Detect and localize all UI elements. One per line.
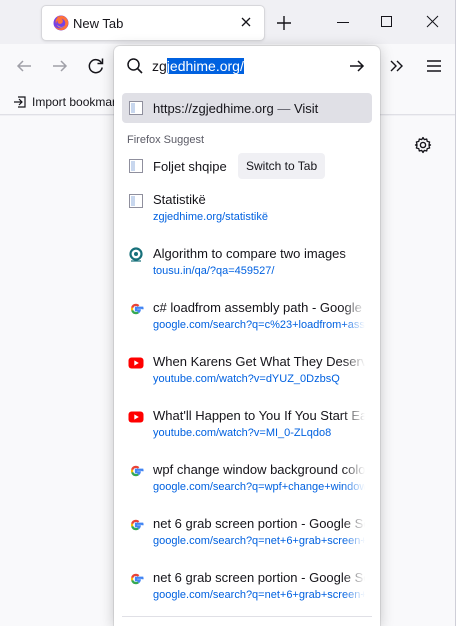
suggestion-url: google.com/search?q=net+6+grab+screen+po… — [153, 589, 365, 601]
suggestion-row[interactable]: wpf change window background color google… — [122, 457, 372, 503]
tab-strip: New Tab — [0, 0, 455, 44]
gear-icon[interactable] — [414, 136, 432, 154]
heuristic-action: Visit — [293, 101, 319, 116]
text-fade — [343, 349, 365, 395]
suggestion-url: youtube.com/watch?v=dYUZ_0DzbsQ — [153, 373, 340, 385]
firefox-icon — [53, 15, 69, 31]
page-icon — [129, 194, 143, 208]
chevron-overflow-icon[interactable] — [386, 55, 408, 77]
reload-icon[interactable] — [85, 55, 107, 77]
google-icon — [130, 573, 144, 585]
browser-window: New Tab Import bookmarks... zgjedhime.or… — [0, 0, 456, 626]
heuristic-separator: — — [277, 101, 291, 116]
suggestion-title: net 6 grab screen portion - Google Searc… — [153, 570, 365, 585]
text-fade — [343, 511, 365, 557]
suggestion-url: google.com/search?q=wpf+change+window+ba… — [153, 481, 365, 493]
back-arrow-icon[interactable] — [13, 55, 35, 77]
suggestion-title: When Karens Get What They Deserve — [153, 354, 365, 369]
text-fade — [343, 187, 365, 233]
suggestion-row[interactable]: c# loadfrom assembly path - Google Searc… — [122, 295, 372, 341]
google-icon — [130, 519, 144, 531]
suggestion-title: wpf change window background color — [153, 462, 365, 477]
suggestion-row[interactable]: Algorithm to compare two images tousu.in/… — [122, 241, 372, 287]
heuristic-url: https://zgjedhime.org — [153, 101, 274, 116]
forward-arrow-icon[interactable] — [49, 55, 71, 77]
hamburger-menu-icon[interactable] — [423, 55, 445, 77]
suggestion-title: Algorithm to compare two images — [153, 246, 346, 261]
import-icon — [14, 96, 26, 108]
text-fade — [343, 565, 365, 611]
tab-title: New Tab — [73, 16, 124, 31]
close-window-icon[interactable] — [421, 10, 445, 34]
go-arrow-icon[interactable] — [348, 57, 366, 75]
heuristic-text: https://zgjedhime.org — Visit — [153, 101, 318, 116]
urlbar-input[interactable]: zgjedhime.org/ — [114, 46, 380, 86]
urlbar-text: zgjedhime.org/ — [152, 58, 244, 74]
suggestion-url: google.com/search?q=net+6+grab+screen+po… — [153, 535, 365, 547]
urlbar-typed-text: zg — [152, 58, 167, 74]
tousu-icon — [129, 247, 143, 262]
youtube-icon — [128, 357, 144, 369]
tab-row-title: Foljet shqipe — [153, 159, 227, 174]
page-icon — [129, 101, 143, 115]
switch-to-tab-row[interactable]: Foljet shqipe Switch to Tab — [122, 151, 372, 181]
heuristic-result-row[interactable]: https://zgjedhime.org — Visit — [122, 93, 372, 123]
firefox-suggest-label: Firefox Suggest — [127, 134, 205, 146]
text-fade — [343, 241, 365, 287]
text-fade — [343, 457, 365, 503]
urlbar-autofill-selection: jedhime.org/ — [166, 58, 244, 74]
suggestion-title: c# loadfrom assembly path - Google Searc… — [153, 300, 365, 315]
page-icon — [129, 159, 143, 173]
suggestion-title: net 6 grab screen portion - Google Searc… — [153, 516, 365, 531]
suggestion-row[interactable]: net 6 grab screen portion - Google Searc… — [122, 565, 372, 611]
new-tab-plus-icon[interactable] — [272, 11, 296, 35]
suggestion-url: youtube.com/watch?v=MI_0-ZLqdo8 — [153, 427, 332, 439]
suggestion-row[interactable]: net 6 grab screen portion - Google Searc… — [122, 511, 372, 557]
maximize-icon[interactable] — [375, 10, 399, 34]
suggestion-row[interactable]: What'll Happen to You If You Start Eatin… — [122, 403, 372, 449]
google-icon — [130, 303, 144, 315]
google-icon — [130, 465, 144, 477]
close-tab-icon[interactable] — [238, 14, 254, 30]
suggestion-row[interactable]: Statistikë zgjedhime.org/statistikë — [122, 187, 372, 233]
dropdown-divider — [122, 616, 372, 617]
suggestion-url: zgjedhime.org/statistikë — [153, 211, 268, 223]
tab-new-tab[interactable]: New Tab — [42, 6, 264, 40]
urlbar-dropdown: zgjedhime.org/ https://zgjedhime.org — V… — [114, 46, 380, 626]
suggestion-url: google.com/search?q=c%23+loadfrom+assemb… — [153, 319, 365, 331]
search-icon — [127, 58, 143, 74]
text-fade — [343, 403, 365, 449]
suggestion-url: tousu.in/qa/?qa=459527/ — [153, 265, 275, 277]
minimize-icon[interactable] — [331, 10, 355, 34]
suggestion-title: Statistikë — [153, 192, 206, 207]
suggestion-title: What'll Happen to You If You Start Eatin… — [153, 408, 365, 423]
switch-to-tab-button[interactable]: Switch to Tab — [238, 153, 326, 179]
suggestion-row[interactable]: When Karens Get What They Deserve youtube… — [122, 349, 372, 395]
youtube-icon — [128, 411, 144, 423]
text-fade — [343, 295, 365, 341]
